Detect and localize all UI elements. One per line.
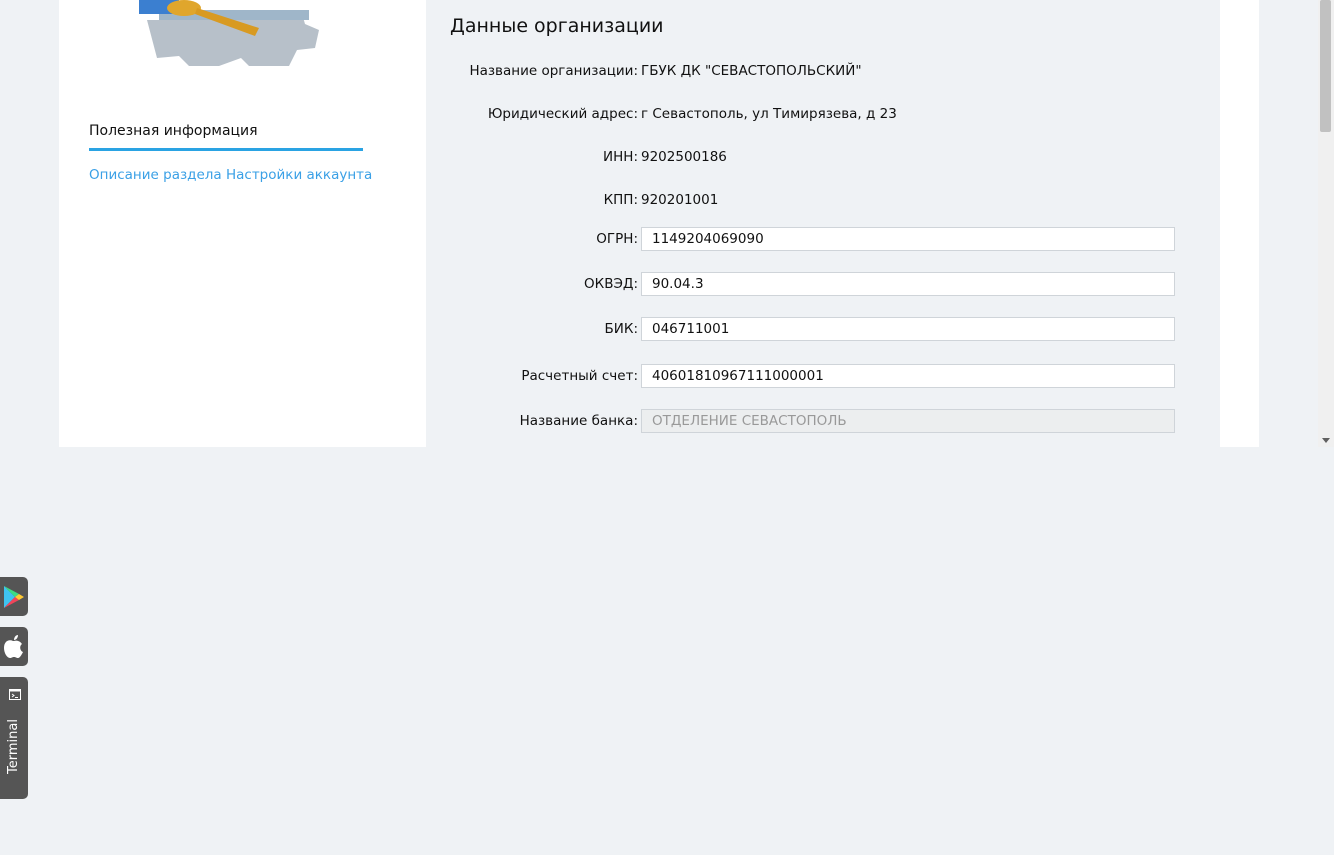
scrollbar-thumb[interactable] xyxy=(1320,0,1331,132)
panel-title: Данные организации xyxy=(450,15,664,37)
bank-name-input xyxy=(641,409,1175,433)
settings-gear-key-icon xyxy=(139,0,319,66)
app-store-button[interactable] xyxy=(0,627,28,666)
field-inn: ИНН: 9202500186 xyxy=(603,149,727,165)
page-frame: Полезная информация Описание раздела Нас… xyxy=(0,0,1334,447)
apple-icon xyxy=(4,635,23,658)
account-input[interactable] xyxy=(641,364,1175,388)
frame-scrollbar[interactable] xyxy=(1318,0,1334,447)
terminal-icon xyxy=(9,689,21,700)
terminal-label: Terminal xyxy=(6,719,21,774)
field-account: Расчетный счет: xyxy=(426,364,1220,390)
field-ogrn: ОГРН: xyxy=(426,227,1220,253)
heading-underline xyxy=(89,148,363,151)
google-play-button[interactable] xyxy=(0,577,28,616)
bik-input[interactable] xyxy=(641,317,1175,341)
organization-data-panel: Данные организации Название организации:… xyxy=(426,0,1220,447)
field-legal-address: Юридический адрес: г Севастополь, ул Тими… xyxy=(487,106,897,122)
field-kpp: КПП: 920201001 xyxy=(603,192,719,208)
google-play-icon xyxy=(4,586,24,608)
scroll-down-arrow-icon[interactable] xyxy=(1322,438,1330,443)
field-bank-name: Название банка: xyxy=(426,409,1220,435)
useful-info-heading: Полезная информация xyxy=(89,123,258,139)
content-area: Полезная информация Описание раздела Нас… xyxy=(59,0,1259,447)
field-okved: ОКВЭД: xyxy=(426,272,1220,298)
terminal-tab[interactable]: Terminal xyxy=(0,677,28,799)
field-org-name: Название организации: ГБУК ДК "СЕВАСТОПОЛ… xyxy=(469,63,862,79)
ogrn-input[interactable] xyxy=(641,227,1175,251)
account-settings-description-link[interactable]: Описание раздела Настройки аккаунта xyxy=(89,167,372,183)
okved-input[interactable] xyxy=(641,272,1175,296)
field-bik: БИК: xyxy=(426,317,1220,343)
